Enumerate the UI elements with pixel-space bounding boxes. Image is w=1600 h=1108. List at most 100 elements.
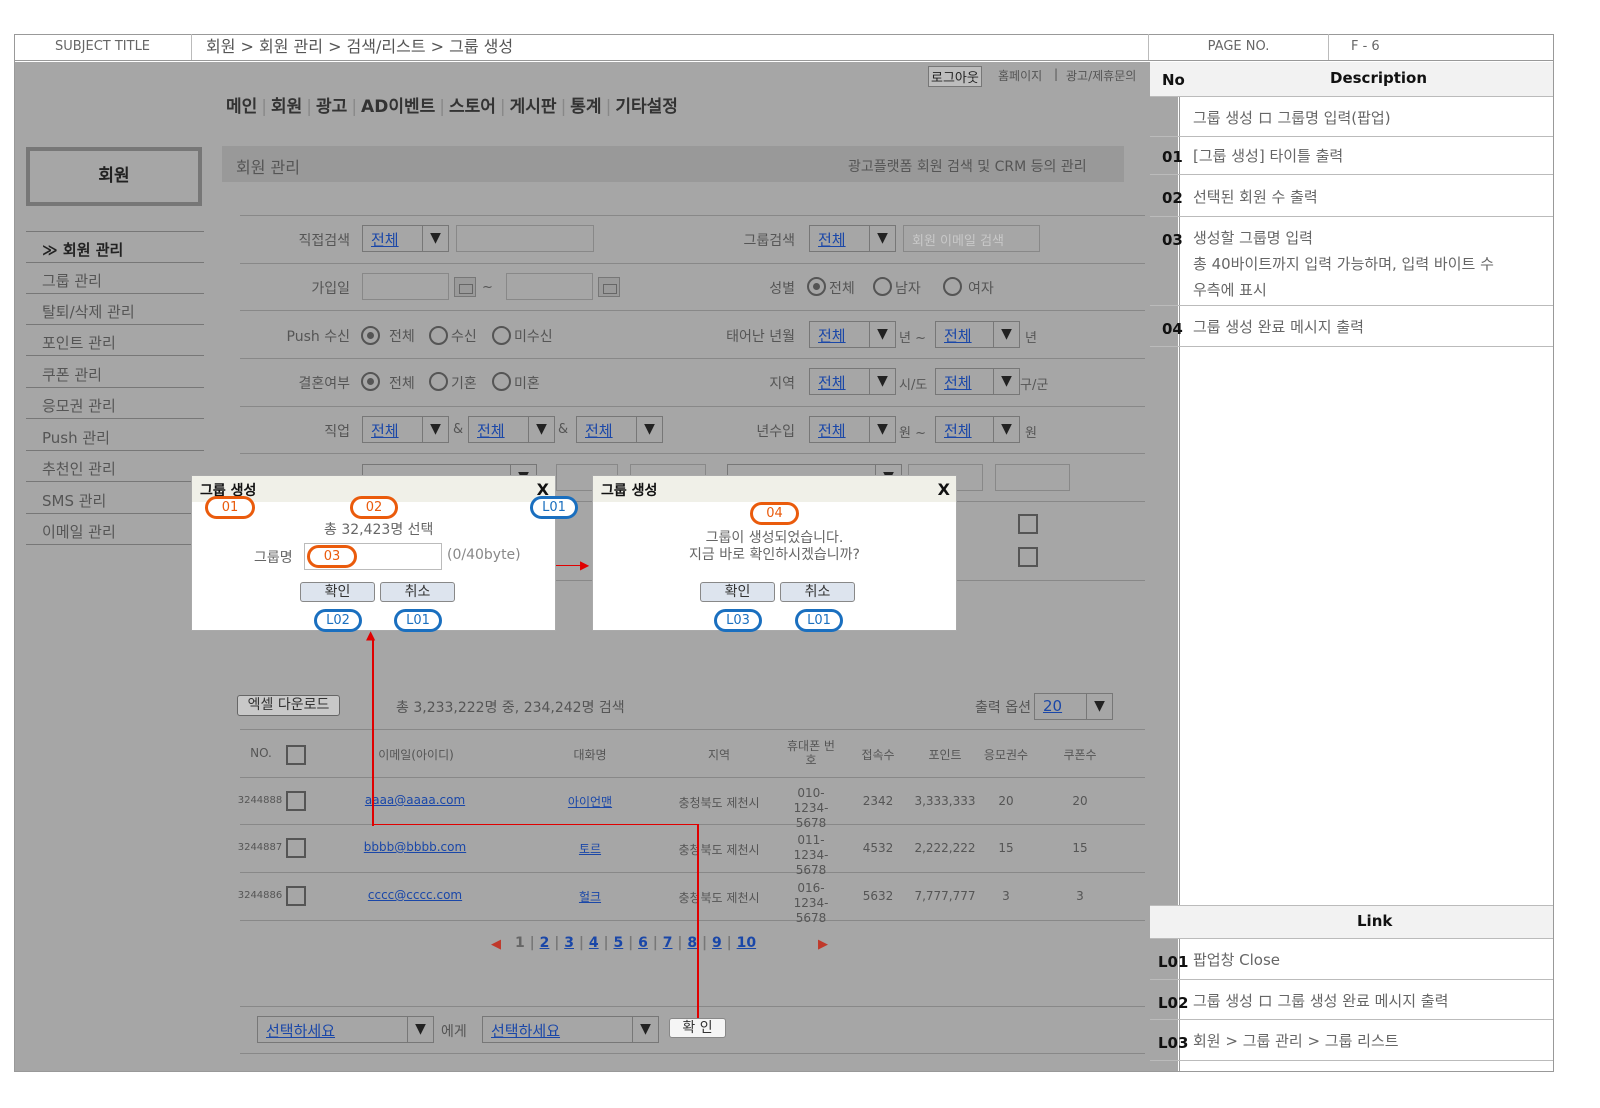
calendar-icon[interactable] [598,277,620,297]
page-link[interactable]: 9 [712,935,722,951]
logout-link[interactable]: 로그아웃 [928,66,982,87]
row-email[interactable]: aaaa@aaaa.com [350,793,480,807]
row-nick[interactable]: 아이언맨 [552,793,628,810]
desc-text: 우측에 표시 [1193,281,1267,299]
row-checkbox[interactable] [286,838,306,858]
row-nick[interactable]: 토르 [552,840,628,857]
desc-row: 04 그룹 생성 완료 메시지 출력 [1150,306,1553,347]
page-link[interactable]: 6 [638,935,648,951]
row-points: 7,777,777 [914,889,976,903]
page-link[interactable]: 7 [663,935,673,951]
close-icon[interactable]: X [938,480,950,499]
push-label: Push 수신 [286,329,350,345]
nav-member[interactable]: 회원 [271,97,302,117]
row-email[interactable]: cccc@cccc.com [350,888,480,902]
topbar-sep: | [1054,67,1059,81]
group-name-label: 그룹명 [254,550,293,566]
prev-page-icon[interactable]: ◀ [491,937,501,952]
gender-radio-all[interactable] [807,277,826,296]
job-select-2[interactable]: 전체 ▼ [468,416,555,443]
push-opt-off: 미수신 [514,329,553,345]
married-opt-all: 전체 [389,376,415,392]
join-date-from[interactable] [362,273,449,300]
dialog-cancel-button[interactable]: 취소 [780,582,855,602]
page-no-label: PAGE NO. [1149,34,1329,60]
region-sido-select[interactable]: 전체 ▼ [809,368,896,395]
group-target-select[interactable]: 선택하세요 ▼ [257,1016,434,1043]
ad-inquiry-link[interactable]: 광고/제휴문의 [1066,67,1136,84]
sidebar-item-member-mgmt[interactable]: ≫ 회원 관리 [26,232,204,263]
married-radio-no[interactable] [492,372,511,391]
direct-search-select[interactable]: 전체 ▼ [362,225,449,252]
row-email[interactable]: bbbb@bbbb.com [350,840,480,854]
calendar-icon[interactable] [454,277,476,297]
sidebar-item-entries[interactable]: 응모권 관리 [26,388,204,419]
income-from-select[interactable]: 전체 ▼ [809,416,896,443]
page-link[interactable]: 1 [515,935,525,951]
join-date-to[interactable] [506,273,593,300]
action-select[interactable]: 선택하세요 ▼ [482,1016,659,1043]
dialog-cancel-button[interactable]: 취소 [380,582,455,602]
page-link[interactable]: 2 [540,935,550,951]
nav-main[interactable]: 메인 [226,97,257,117]
row-region: 충청북도 제천시 [678,891,760,905]
married-radio-yes[interactable] [429,372,448,391]
gender-radio-female[interactable] [943,277,962,296]
row6-input[interactable] [995,464,1070,491]
push-opt-all: 전체 [389,329,415,345]
region-gugun-select[interactable]: 전체 ▼ [935,368,1020,395]
job-select-3[interactable]: 전체 ▼ [576,416,663,443]
select-all-checkbox[interactable] [286,745,306,765]
group-created-dialog: 그룹 생성 X 그룹이 생성되었습니다. 지금 바로 확인하시겠습니까? 확인 … [592,475,957,631]
nav-ad[interactable]: 광고 [316,97,347,117]
next-page-icon[interactable]: ▶ [818,937,828,952]
sidebar-item-push[interactable]: Push 관리 [26,420,204,451]
sidebar-item-points[interactable]: 포인트 관리 [26,325,204,356]
job-select-1[interactable]: 전체 ▼ [362,416,449,443]
sidebar-item-coupons[interactable]: 쿠폰 관리 [26,357,204,388]
push-radio-all[interactable] [361,326,380,345]
income-to-select[interactable]: 전체 ▼ [935,416,1020,443]
nav-ad-event[interactable]: AD이벤트 [361,97,435,117]
output-option-select[interactable]: 20 ▼ [1034,693,1113,720]
nav-board[interactable]: 게시판 [510,97,557,117]
option-checkbox[interactable] [1018,514,1038,534]
sidebar-item-withdraw[interactable]: 탈퇴/삭제 관리 [26,294,204,325]
page-link[interactable]: 3 [564,935,574,951]
group-search-select[interactable]: 전체 ▼ [809,225,896,252]
page-link[interactable]: 8 [687,935,697,951]
nav-store[interactable]: 스토어 [449,97,496,117]
birth-year-from-select[interactable]: 전체 ▼ [809,321,896,348]
row-checkbox[interactable] [286,886,306,906]
dialog-title: 그룹 생성 [593,476,956,502]
direct-search-input[interactable] [456,225,594,252]
email-search-input[interactable]: 회원 이메일 검색 [903,225,1040,252]
push-radio-on[interactable] [429,326,448,345]
flow-line [697,824,699,1018]
excel-download-button[interactable]: 엑셀 다운로드 [237,695,340,716]
dialog-ok-button[interactable]: 확인 [300,582,375,602]
home-link[interactable]: 홈페이지 [998,67,1042,84]
gender-radio-male[interactable] [873,277,892,296]
sidebar-item-group-mgmt[interactable]: 그룹 관리 [26,263,204,294]
col-points: 포인트 [928,748,962,762]
married-radio-all[interactable] [361,372,380,391]
page-link[interactable]: 10 [737,935,756,951]
sidebar-item-email[interactable]: 이메일 관리 [26,514,204,545]
sidebar-item-referral[interactable]: 추천인 관리 [26,451,204,482]
row-checkbox[interactable] [286,791,306,811]
row-nick[interactable]: 헐크 [552,888,628,905]
gender-opt-all: 전체 [829,281,855,297]
nav-settings[interactable]: 기타설정 [615,97,678,117]
page-link[interactable]: 5 [614,935,624,951]
direct-search-label: 직접검색 [298,233,350,249]
push-radio-off[interactable] [492,326,511,345]
nav-stats[interactable]: 통계 [570,97,601,117]
birth-year-to-select[interactable]: 전체 ▼ [935,321,1020,348]
sidebar-item-sms[interactable]: SMS 관리 [26,483,204,514]
confirm-button[interactable]: 확 인 [669,1018,726,1038]
to-label: 에게 [441,1024,467,1040]
page-link[interactable]: 4 [589,935,599,951]
dialog-ok-button[interactable]: 확인 [700,582,775,602]
option-checkbox[interactable] [1018,547,1038,567]
